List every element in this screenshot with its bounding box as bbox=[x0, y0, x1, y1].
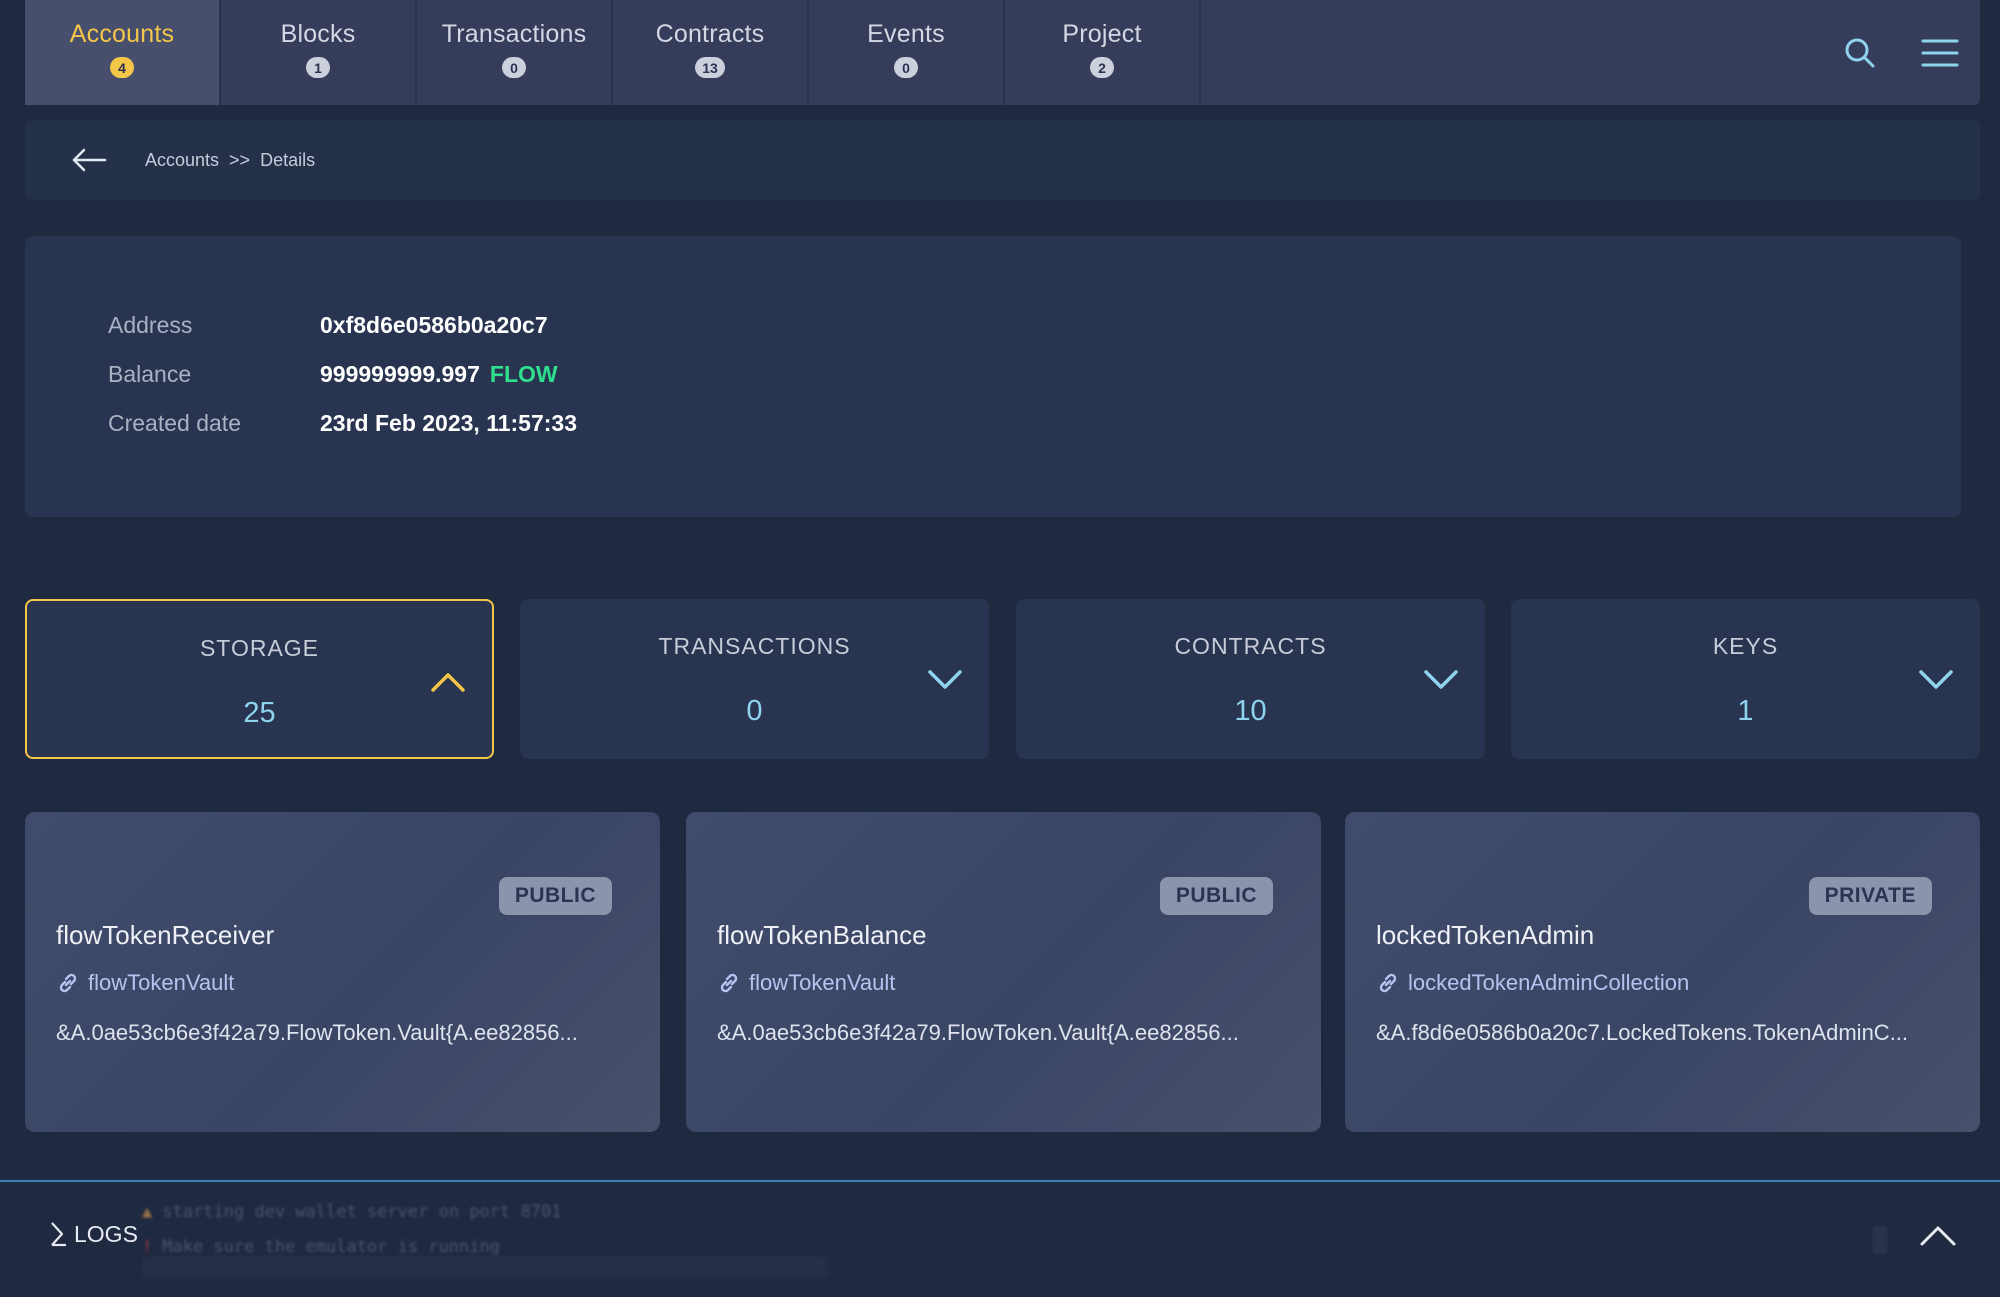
breadcrumb-accounts-link[interactable]: Accounts bbox=[145, 150, 219, 171]
storage-path-label: flowTokenVault bbox=[749, 970, 895, 996]
link-icon bbox=[56, 971, 80, 995]
search-icon[interactable] bbox=[1820, 23, 1900, 83]
stat-title: STORAGE bbox=[27, 635, 492, 662]
logs-output: ▲ starting dev wallet server on port 870… bbox=[142, 1194, 561, 1264]
stat-title: KEYS bbox=[1511, 633, 1980, 660]
tab-count-badge: 4 bbox=[110, 57, 134, 78]
chevron-down-icon[interactable] bbox=[1918, 669, 1954, 691]
stat-value: 1 bbox=[1511, 695, 1980, 728]
storage-type: &A.f8d6e0586b0a20c7.LockedTokens.TokenAd… bbox=[1376, 1020, 1966, 1046]
storage-card[interactable]: PRIVATE lockedTokenAdmin lockedTokenAdmi… bbox=[1345, 812, 1980, 1132]
tab-label: Events bbox=[867, 20, 945, 49]
tab-count-badge: 13 bbox=[695, 57, 725, 78]
tab-blocks[interactable]: Blocks 1 bbox=[221, 0, 417, 105]
top-navigation: Accounts 4 Blocks 1 Transactions 0 Contr… bbox=[25, 0, 1980, 105]
address-label: Address bbox=[108, 312, 320, 339]
logs-scrollbar[interactable] bbox=[1872, 1226, 1888, 1254]
tab-accounts[interactable]: Accounts 4 bbox=[25, 0, 221, 105]
storage-name: flowTokenReceiver bbox=[56, 920, 274, 951]
nav-actions bbox=[1820, 0, 1980, 105]
address-row: Address 0xf8d6e0586b0a20c7 bbox=[108, 312, 548, 339]
stat-title: TRANSACTIONS bbox=[520, 633, 989, 660]
tab-events[interactable]: Events 0 bbox=[809, 0, 1005, 105]
terminal-sigma-icon bbox=[48, 1220, 70, 1248]
tab-count-badge: 1 bbox=[306, 57, 330, 78]
storage-type: &A.0ae53cb6e3f42a79.FlowToken.Vault{A.ee… bbox=[56, 1020, 646, 1046]
tab-count-badge: 2 bbox=[1090, 57, 1114, 78]
log-line-text: starting dev wallet server on port 8701 bbox=[162, 1202, 561, 1222]
chevron-up-icon[interactable] bbox=[430, 671, 466, 693]
logs-panel: LOGS ▲ starting dev wallet server on por… bbox=[0, 1180, 2000, 1297]
tab-label: Blocks bbox=[281, 20, 356, 49]
tab-label: Transactions bbox=[442, 20, 587, 49]
logs-input-placeholder bbox=[142, 1256, 828, 1278]
public-badge: PUBLIC bbox=[1160, 877, 1273, 915]
log-line-text: Make sure the emulator is running bbox=[162, 1237, 500, 1257]
tab-contracts[interactable]: Contracts 13 bbox=[613, 0, 809, 105]
tab-count-badge: 0 bbox=[502, 57, 526, 78]
storage-path-label: lockedTokenAdminCollection bbox=[1408, 970, 1689, 996]
breadcrumb-trail: Accounts >> Details bbox=[145, 150, 315, 171]
storage-type: &A.0ae53cb6e3f42a79.FlowToken.Vault{A.ee… bbox=[717, 1020, 1307, 1046]
storage-path-label: flowTokenVault bbox=[88, 970, 234, 996]
private-badge: PRIVATE bbox=[1809, 877, 1932, 915]
storage-name: lockedTokenAdmin bbox=[1376, 920, 1594, 951]
storage-card[interactable]: PUBLIC flowTokenReceiver flowTokenVault … bbox=[25, 812, 660, 1132]
balance-row: Balance 999999999.997 FLOW bbox=[108, 361, 558, 388]
created-date-value: 23rd Feb 2023, 11:57:33 bbox=[320, 410, 577, 437]
warning-icon: ! bbox=[142, 1237, 152, 1257]
breadcrumb: Accounts >> Details bbox=[25, 120, 1980, 200]
breadcrumb-current: Details bbox=[260, 150, 315, 171]
stat-card-contracts[interactable]: CONTRACTS 10 bbox=[1016, 599, 1485, 759]
balance-label: Balance bbox=[108, 361, 320, 388]
chevron-down-icon[interactable] bbox=[927, 669, 963, 691]
hamburger-menu-icon[interactable] bbox=[1900, 23, 1980, 83]
arrow-left-icon[interactable] bbox=[71, 140, 123, 180]
stat-card-transactions[interactable]: TRANSACTIONS 0 bbox=[520, 599, 989, 759]
stat-card-storage[interactable]: STORAGE 25 bbox=[25, 599, 494, 759]
stat-value: 25 bbox=[27, 697, 492, 730]
breadcrumb-separator: >> bbox=[229, 150, 250, 171]
rocket-icon: ▲ bbox=[142, 1202, 152, 1222]
storage-path[interactable]: flowTokenVault bbox=[717, 970, 895, 996]
logs-toggle[interactable]: LOGS bbox=[48, 1220, 138, 1248]
link-icon bbox=[1376, 971, 1400, 995]
tab-transactions[interactable]: Transactions 0 bbox=[417, 0, 613, 105]
stat-value: 10 bbox=[1016, 695, 1485, 728]
stat-value: 0 bbox=[520, 695, 989, 728]
chevron-up-icon[interactable] bbox=[1918, 1222, 1958, 1248]
address-value: 0xf8d6e0586b0a20c7 bbox=[320, 312, 548, 339]
balance-value: 999999999.997 bbox=[320, 361, 480, 388]
tab-label: Accounts bbox=[70, 20, 174, 49]
storage-path[interactable]: flowTokenVault bbox=[56, 970, 234, 996]
chevron-down-icon[interactable] bbox=[1423, 669, 1459, 691]
tab-count-badge: 0 bbox=[894, 57, 918, 78]
stat-card-keys[interactable]: KEYS 1 bbox=[1511, 599, 1980, 759]
link-icon bbox=[717, 971, 741, 995]
created-date-label: Created date bbox=[108, 410, 320, 437]
balance-unit: FLOW bbox=[490, 361, 558, 388]
storage-card[interactable]: PUBLIC flowTokenBalance flowTokenVault &… bbox=[686, 812, 1321, 1132]
storage-path[interactable]: lockedTokenAdminCollection bbox=[1376, 970, 1689, 996]
logs-label: LOGS bbox=[74, 1221, 138, 1248]
tab-label: Project bbox=[1062, 20, 1141, 49]
account-details-panel: Address 0xf8d6e0586b0a20c7 Balance 99999… bbox=[25, 236, 1961, 517]
stat-title: CONTRACTS bbox=[1016, 633, 1485, 660]
log-line: ▲ starting dev wallet server on port 870… bbox=[142, 1194, 561, 1229]
storage-name: flowTokenBalance bbox=[717, 920, 927, 951]
tab-project[interactable]: Project 2 bbox=[1005, 0, 1201, 105]
created-date-row: Created date 23rd Feb 2023, 11:57:33 bbox=[108, 410, 577, 437]
tab-label: Contracts bbox=[656, 20, 765, 49]
public-badge: PUBLIC bbox=[499, 877, 612, 915]
